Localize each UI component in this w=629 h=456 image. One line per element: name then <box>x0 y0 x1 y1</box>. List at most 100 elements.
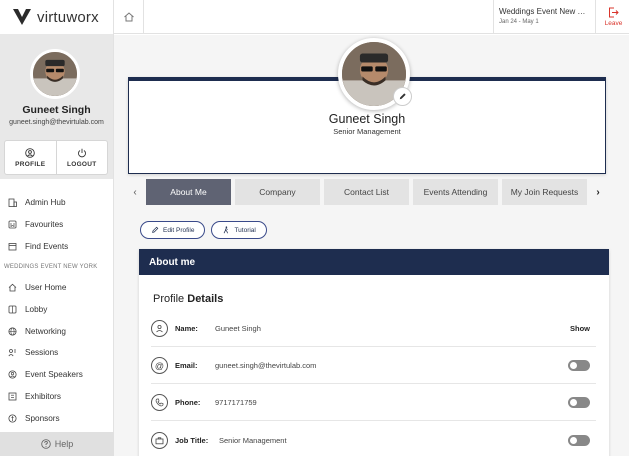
sidebar-item-event-speakers[interactable]: Event Speakers <box>0 364 114 386</box>
brand[interactable]: virtuworx <box>0 0 113 34</box>
phone-icon <box>151 394 168 411</box>
sidebar-item-label: Exhibitors <box>25 391 61 401</box>
sidebar: virtuworx Guneet Singh guneet.singh@thev… <box>0 0 114 456</box>
sidebar-item-exhibitors[interactable]: Exhibitors <box>0 386 114 408</box>
sidebar-item-sessions[interactable]: Sessions <box>0 342 114 364</box>
sidebar-item-networking[interactable]: Networking <box>0 320 114 342</box>
sidebar-avatar[interactable] <box>30 49 80 99</box>
top-bar: Weddings Event New York Jan 24 - May 1 L… <box>114 0 629 34</box>
home-button[interactable] <box>114 0 144 34</box>
help-button[interactable]: Help <box>0 432 114 456</box>
user-glyph <box>156 324 163 333</box>
user-circle-icon <box>25 147 36 158</box>
detail-value: Senior Management <box>219 435 287 445</box>
sidebar-item-label: Event Speakers <box>25 370 83 380</box>
at-glyph: @ <box>154 360 165 371</box>
profile-tabs: ‹ About Me Company Contact List Events A… <box>128 179 615 205</box>
profile-actions: PROFILE LOGOUT <box>4 140 108 175</box>
sessions-icon <box>8 349 16 357</box>
logout-button-label: LOGOUT <box>66 160 97 168</box>
sidebar-item-label: Admin Hub <box>25 198 66 208</box>
detail-value: Guneet Singh <box>215 324 261 333</box>
detail-row-job-title: Job Title: Senior Management <box>151 422 596 456</box>
sidebar-user-name: Guneet Singh <box>22 104 91 116</box>
sidebar-user-email: guneet.singh@thevirtulab.com <box>9 119 104 126</box>
brand-name: virtuworx <box>37 8 99 26</box>
edit-profile-label: Edit Profile <box>163 226 195 234</box>
calendar-icon <box>8 242 17 251</box>
tab-about-me[interactable]: About Me <box>146 179 231 205</box>
sidebar-item-label: User Home <box>25 283 67 293</box>
sponsor-icon <box>8 414 17 423</box>
detail-row-email: @ Email: guneet.singh@thevirtulab.com <box>151 348 596 384</box>
chevron-left-icon: ‹ <box>133 186 137 198</box>
home-icon <box>123 12 134 22</box>
lobby-icon <box>8 305 17 314</box>
profile-button[interactable]: PROFILE <box>5 141 56 174</box>
show-column-label: Show <box>570 324 590 333</box>
sidebar-item-admin-hub[interactable]: Admin Hub <box>0 192 114 214</box>
show-email-toggle[interactable] <box>568 360 590 371</box>
power-icon <box>77 148 86 157</box>
about-me-header: About me <box>139 249 609 275</box>
speaker-icon <box>8 370 17 379</box>
help-icon <box>40 439 51 449</box>
detail-value: 9717171759 <box>215 398 257 407</box>
tab-events-attending[interactable]: Events Attending <box>413 179 498 205</box>
user-icon <box>151 320 168 337</box>
show-job-title-toggle[interactable] <box>568 434 590 446</box>
detail-value: guneet.singh@thevirtulab.com <box>215 361 317 370</box>
tutorial-button[interactable]: Tutorial <box>211 221 267 239</box>
sidebar-item-label: Find Events <box>25 241 69 251</box>
sidebar-nav: Admin Hub Favourites Find Events WEDDING… <box>0 192 114 429</box>
edit-profile-button[interactable]: Edit Profile <box>140 221 206 239</box>
globe-icon <box>8 327 17 336</box>
event-dates: Jan 24 - May 1 <box>499 19 539 25</box>
briefcase-glyph <box>155 436 164 444</box>
building-icon <box>8 198 17 208</box>
profile-job-title: Senior Management <box>333 127 401 136</box>
logout-button[interactable]: LOGOUT <box>55 141 108 174</box>
virtuworx-logo-icon <box>13 9 31 25</box>
detail-label: Phone: <box>175 398 201 407</box>
edit-avatar-button[interactable] <box>393 87 412 106</box>
sidebar-section-label: WEDDINGS EVENT NEW YORK <box>4 264 98 271</box>
sidebar-item-lobby[interactable]: Lobby <box>0 299 114 321</box>
tutorial-label: Tutorial <box>234 226 256 234</box>
detail-label: Job Title: <box>175 435 209 445</box>
profile-details-title: Profile Details <box>153 293 223 305</box>
sidebar-item-find-events[interactable]: Find Events <box>0 235 114 257</box>
bookmark-icon <box>8 220 17 229</box>
main-content: Guneet Singh Senior Management ‹ About M… <box>114 35 629 456</box>
tabs-next-button[interactable]: › <box>591 179 605 205</box>
event-selector[interactable]: Weddings Event New York Jan 24 - May 1 <box>493 0 596 34</box>
detail-row-name: Name: Guneet Singh Show <box>151 311 596 347</box>
sidebar-item-favourites[interactable]: Favourites <box>0 214 114 236</box>
pencil-icon <box>399 93 406 100</box>
exit-icon <box>609 7 619 18</box>
sidebar-item-label: Sponsors <box>25 413 60 423</box>
tab-my-join-requests[interactable]: My Join Requests <box>502 179 587 205</box>
leave-button[interactable]: Leave <box>598 0 629 34</box>
profile-action-buttons: Edit Profile Tutorial <box>140 221 267 239</box>
phone-glyph <box>155 398 164 407</box>
detail-label: Email: <box>175 361 198 370</box>
tabs-prev-button[interactable]: ‹ <box>128 179 142 205</box>
walking-person-icon <box>224 226 229 234</box>
section-title-part: Profile <box>153 293 185 305</box>
pencil-icon <box>152 226 159 233</box>
chevron-right-icon: › <box>596 186 600 198</box>
briefcase-icon <box>151 431 168 449</box>
tab-company[interactable]: Company <box>235 179 320 205</box>
show-phone-toggle[interactable] <box>568 397 590 408</box>
leave-label: Leave <box>604 20 623 27</box>
about-me-panel: About me Profile Details Name: Guneet Si… <box>139 249 609 456</box>
exhibitor-icon <box>8 392 17 401</box>
sidebar-item-user-home[interactable]: User Home <box>0 277 114 299</box>
tab-contact-list[interactable]: Contact List <box>324 179 409 205</box>
home-icon <box>8 284 17 292</box>
sidebar-item-label: Sessions <box>25 348 59 358</box>
sidebar-item-sponsors[interactable]: Sponsors <box>0 407 114 429</box>
event-name: Weddings Event New York <box>499 7 589 16</box>
avatar-photo-icon <box>33 52 77 96</box>
